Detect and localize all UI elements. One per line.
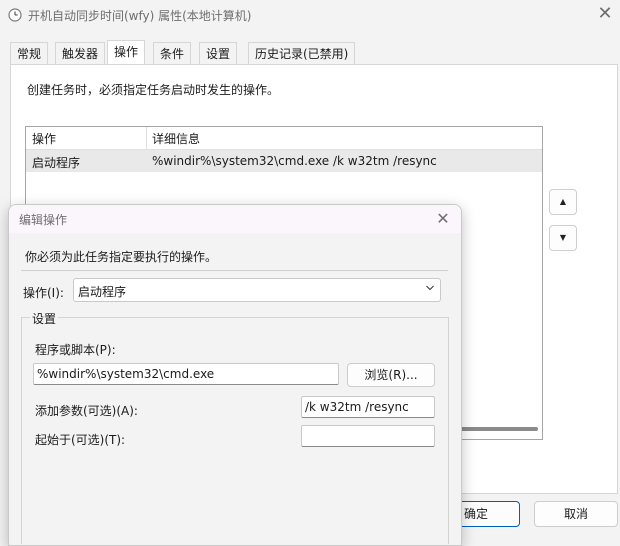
start-in-label: 起始于(可选)(T): — [35, 433, 126, 447]
program-field-value: %windir%\system32\cmd.exe — [37, 367, 215, 381]
arguments-field[interactable]: /k w32tm /resync — [301, 396, 435, 418]
horizontal-scrollbar[interactable] — [456, 427, 538, 431]
list-header: 操作 详细信息 — [26, 127, 542, 150]
edit-action-dialog: 编辑操作 ✕ 你必须为此任务指定要执行的操作。 操作(I): 启动程序 设置 程… — [8, 204, 462, 546]
clock-icon — [8, 8, 22, 22]
tab-history[interactable]: 历史记录(已禁用) — [248, 42, 356, 65]
dialog-title: 编辑操作 — [19, 213, 68, 227]
tab-triggers[interactable]: 触发器 — [55, 42, 106, 65]
action-label: 操作(I): — [23, 286, 64, 300]
program-label: 程序或脚本(P): — [35, 343, 116, 357]
close-icon[interactable]: ✕ — [431, 207, 455, 231]
title-bar: 开机自动同步时间(wfy) 属性(本地计算机) ✕ — [0, 0, 620, 30]
window-title: 开机自动同步时间(wfy) 属性(本地计算机) — [28, 9, 252, 23]
tab-conditions[interactable]: 条件 — [153, 42, 192, 65]
move-up-button[interactable]: ▲ — [549, 189, 577, 215]
list-item[interactable]: 启动程序 %windir%\system32\cmd.exe /k w32tm … — [26, 150, 542, 172]
arrow-up-icon: ▲ — [559, 197, 567, 206]
start-in-field[interactable] — [301, 425, 435, 447]
arguments-label: 添加参数(可选)(A): — [35, 404, 138, 418]
dialog-prompt: 你必须为此任务指定要执行的操作。 — [25, 250, 218, 264]
cancel-button[interactable]: 取消 — [534, 501, 618, 527]
action-select-value: 启动程序 — [78, 285, 127, 299]
action-type-cell: 启动程序 — [32, 156, 81, 170]
browse-button[interactable]: 浏览(R)... — [347, 363, 435, 387]
tab-actions[interactable]: 操作 — [107, 40, 146, 65]
column-divider[interactable] — [146, 127, 147, 149]
actions-intro-text: 创建任务时，必须指定任务启动时发生的操作。 — [27, 83, 280, 97]
chevron-down-icon — [426, 285, 434, 291]
column-header-details[interactable]: 详细信息 — [152, 130, 200, 147]
action-details-cell: %windir%\system32\cmd.exe /k w32tm /resy… — [152, 154, 437, 168]
program-field[interactable]: %windir%\system32\cmd.exe — [33, 363, 339, 385]
action-select[interactable]: 启动程序 — [73, 278, 441, 302]
tab-settings[interactable]: 设置 — [199, 42, 238, 65]
divider — [21, 270, 448, 271]
arguments-field-value: /k w32tm /resync — [305, 400, 409, 414]
tab-general[interactable]: 常规 — [10, 42, 49, 65]
dialog-title-bar: 编辑操作 ✕ — [9, 205, 461, 233]
column-header-action[interactable]: 操作 — [32, 130, 56, 147]
settings-group-title: 设置 — [30, 310, 59, 327]
close-icon[interactable]: ✕ — [592, 2, 618, 28]
move-down-button[interactable]: ▼ — [549, 225, 577, 251]
arrow-down-icon: ▼ — [559, 233, 567, 242]
